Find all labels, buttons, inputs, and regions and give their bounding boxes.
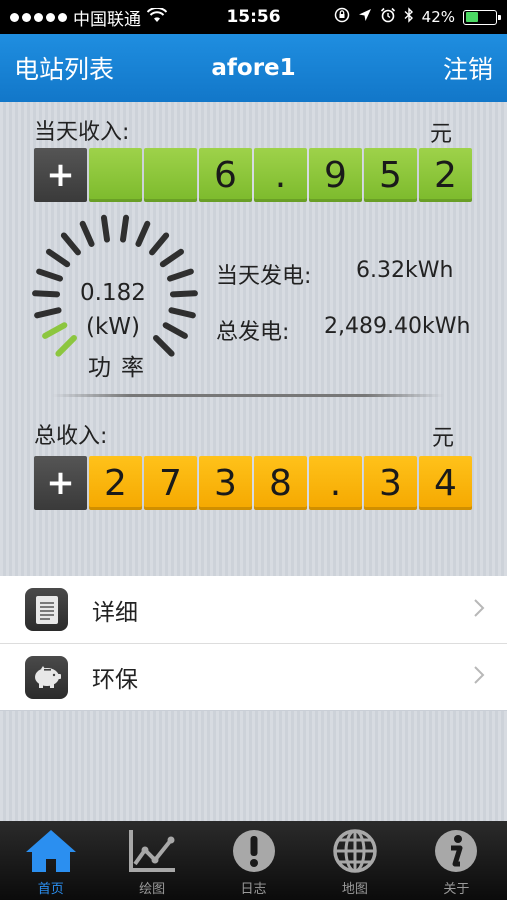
total-generation-value: 2,489.40kWh [324,314,471,339]
info-icon [433,828,479,878]
power-label: 功率 [88,355,154,381]
globe-icon [332,828,378,878]
gauge-tick [42,322,68,339]
location-icon [358,8,372,26]
total-income-digit: 7 [144,456,197,510]
power-value: 0.182 [80,280,146,306]
today-income-unit: 元 [430,122,453,147]
empty-area [0,711,507,821]
today-generation-label: 当天发电: [216,264,312,289]
total-income-digit: 2 [89,456,142,510]
today-income-label: 当天收入: [34,120,130,145]
today-income-digit [89,148,142,202]
total-income-counter: + 2 7 3 8 . 3 4 [34,456,472,510]
tab-label: 地图 [341,882,368,897]
nav-bar: 电站列表 afore1 注销 [0,34,507,102]
bluetooth-icon [404,7,414,27]
total-income-digit: . [309,456,362,510]
today-income-digit: 5 [364,148,417,202]
today-income-digit: . [254,148,307,202]
total-income-digit: 3 [364,456,417,510]
tab-log[interactable]: 日志 [203,821,304,900]
battery-icon [463,9,501,25]
gauge-tick [100,214,110,243]
logout-button[interactable]: 注销 [443,50,493,86]
tab-chart[interactable]: 绘图 [101,821,202,900]
gauge-tick [149,232,170,256]
list-item-label: 详细 [92,599,138,626]
today-income-digit [144,148,197,202]
gauge-tick [120,214,130,243]
piggy-bank-icon [25,655,68,699]
station-list-button[interactable]: 电站列表 [14,50,114,86]
gauge-tick [46,248,71,268]
today-income-sign: + [34,148,87,202]
carrier-name: 中国联通 [73,9,141,30]
summary-panel: 当天收入: 元 + 6 . 9 5 2 0.182 (kW) 功率 当天发电: … [0,102,507,576]
gauge-tick [79,220,95,247]
total-income-label: 总收入: [34,424,108,449]
gauge-tick [55,335,77,357]
gauge-tick [60,232,81,256]
gauge-tick [32,290,61,298]
wifi-icon [146,6,168,27]
total-income-unit: 元 [432,426,455,451]
gauge-tick [153,335,175,357]
alarm-icon [380,7,396,27]
gauge-tick [34,307,62,319]
today-income-counter: + 6 . 9 5 2 [34,148,472,202]
chevron-right-icon [473,595,485,625]
gauge-tick [36,268,64,282]
tab-label: 日志 [240,882,267,897]
signal-strength-icon [10,12,67,22]
menu-list: 详细 环保 [0,576,507,710]
rotation-lock-icon [334,7,350,27]
total-income-digit: 3 [199,456,252,510]
tab-label: 绘图 [139,882,166,897]
gauge-tick [159,248,184,268]
list-item-environment[interactable]: 环保 [0,643,507,710]
tab-about[interactable]: 关于 [406,821,507,900]
list-item-details[interactable]: 详细 [0,576,507,643]
total-income-digit: 8 [254,456,307,510]
tab-bar: 首页 绘图 日志 地图 关于 [0,821,507,900]
gauge-tick [135,220,151,247]
total-income-digit: 4 [419,456,472,510]
total-income-sign: + [34,456,87,510]
gauge-tick [168,307,196,319]
gauge-tick [166,268,194,282]
section-divider [52,394,444,397]
chevron-right-icon [473,662,485,692]
total-generation-label: 总发电: [216,320,290,345]
alert-icon [231,828,277,878]
tab-map[interactable]: 地图 [304,821,405,900]
battery-percent: 42% [421,8,455,26]
document-icon [25,588,68,631]
status-bar: 中国联通 15:56 42% [0,0,507,34]
chart-icon [127,828,177,878]
tab-label: 关于 [443,882,470,897]
today-income-digit: 2 [419,148,472,202]
tab-label: 首页 [37,882,64,897]
today-income-digit: 6 [199,148,252,202]
tab-home[interactable]: 首页 [0,821,101,900]
today-generation-value: 6.32kWh [356,258,454,283]
home-icon [24,828,78,878]
gauge-tick [162,322,188,339]
gauge-tick [169,290,198,298]
power-unit: (kW) [86,314,141,340]
today-income-digit: 9 [309,148,362,202]
list-item-label: 环保 [92,667,138,693]
